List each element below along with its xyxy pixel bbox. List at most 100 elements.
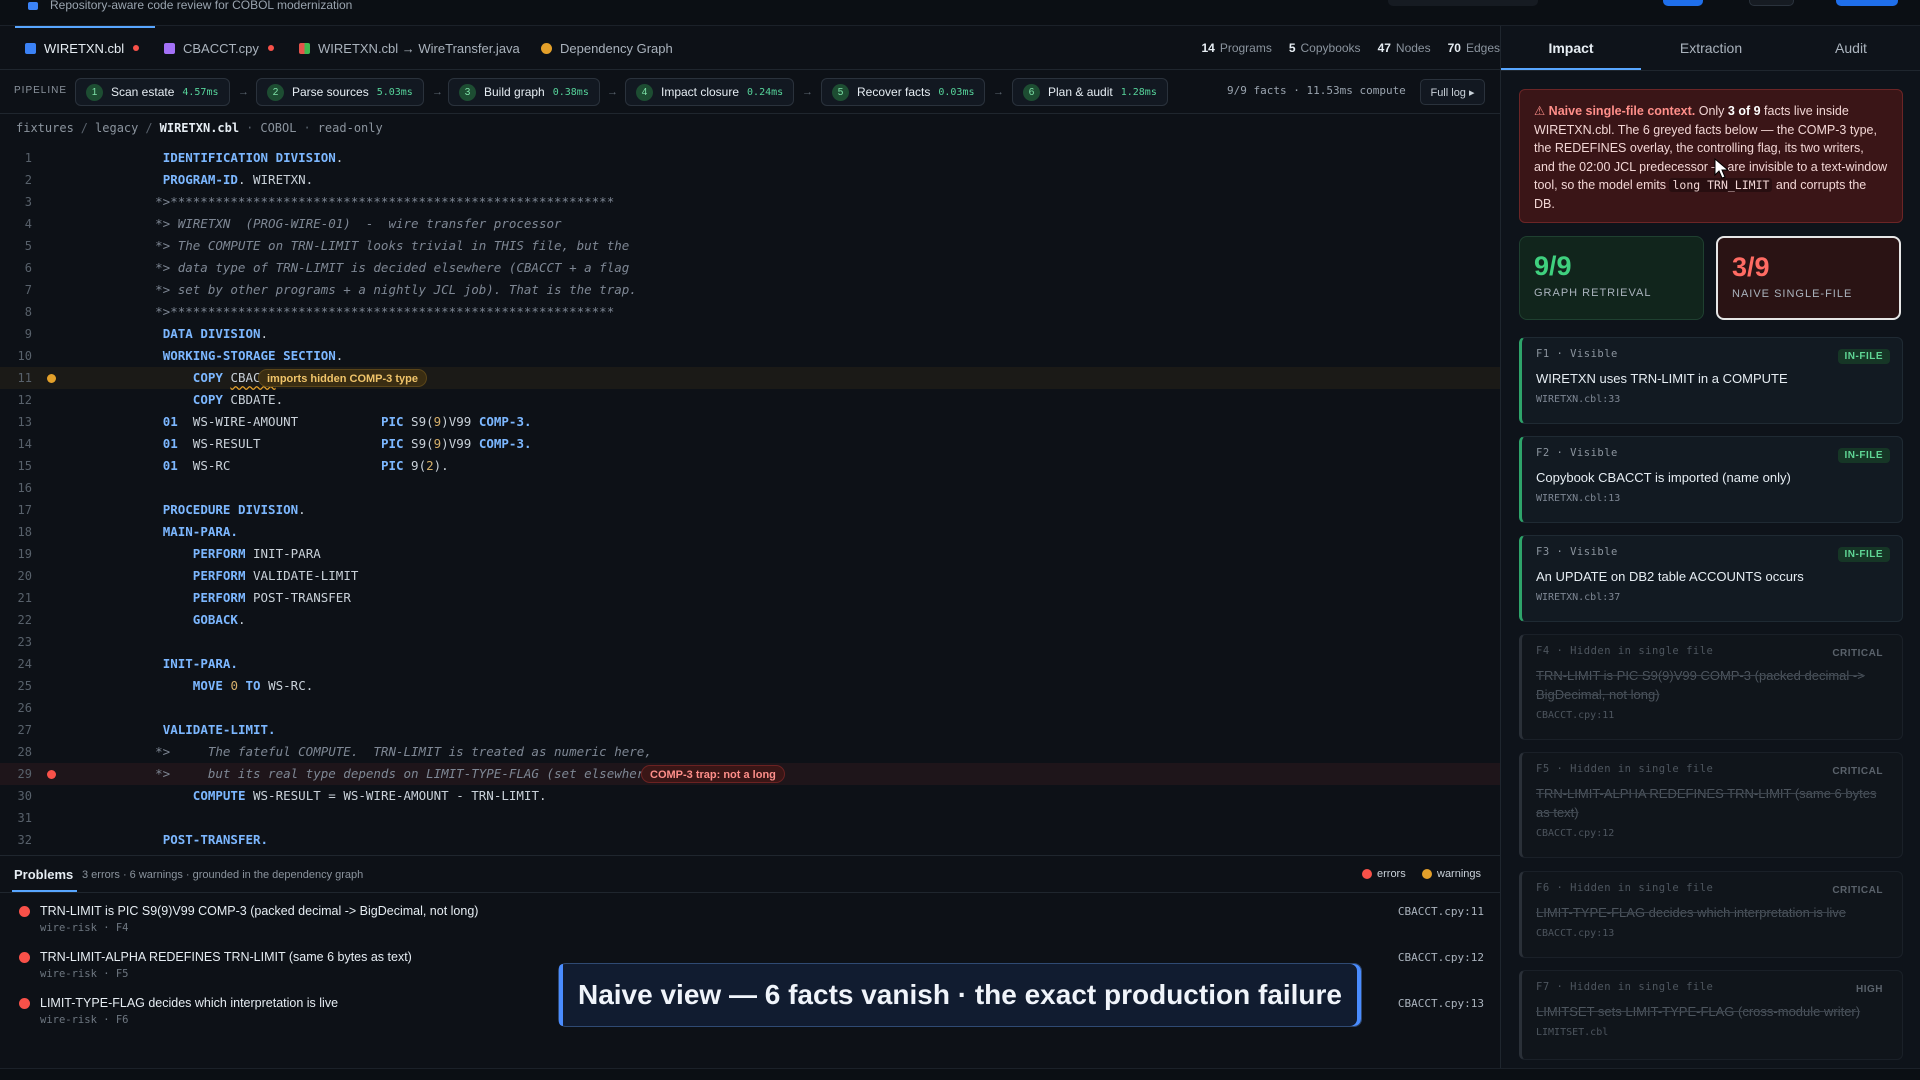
line-number[interactable]: 19 xyxy=(0,543,32,565)
fact-source[interactable]: WIRETXN.cbl:37 xyxy=(1536,592,1890,603)
line-number[interactable]: 18 xyxy=(0,521,32,543)
line-number[interactable]: 13 xyxy=(0,411,32,433)
file-mode: read-only xyxy=(317,121,383,135)
top-action-button-1[interactable] xyxy=(1663,0,1703,6)
fact-source[interactable]: WIRETXN.cbl:13 xyxy=(1536,493,1890,504)
line-number[interactable]: 1 xyxy=(0,147,32,169)
line-number[interactable]: 25 xyxy=(0,675,32,697)
tab-dependency-graph[interactable]: Dependency Graph xyxy=(541,26,673,70)
tab-extraction[interactable]: Extraction xyxy=(1641,26,1781,70)
code-editor[interactable]: 1 IDENTIFICATION DIVISION. 2 PROGRAM-ID. … xyxy=(0,147,1500,855)
naive-single-file-score[interactable]: 3/9 NAIVE SINGLE-FILE xyxy=(1716,236,1901,320)
fact-title: TRN-LIMIT-ALPHA REDEFINES TRN-LIMIT (sam… xyxy=(1536,786,1877,820)
code-text: 01 WS-RESULT PIC S9(9)V99 COMP-3. xyxy=(162,436,532,451)
fact-severity-badge: IN-FILE xyxy=(1837,349,1890,364)
code-text: MAIN-PARA. xyxy=(162,524,238,539)
line-number[interactable]: 23 xyxy=(0,631,32,653)
breadcrumb-legacy[interactable]: legacy xyxy=(95,121,138,135)
impact-side-panel: Impact Extraction Audit ⚠ Naive single-f… xyxy=(1500,26,1920,1068)
tab-cbacct[interactable]: CBACCT.cpy xyxy=(164,26,274,70)
fact-source[interactable]: LIMITSET.cbl xyxy=(1536,1027,1890,1038)
line-number[interactable]: 14 xyxy=(0,433,32,455)
line-number[interactable]: 12 xyxy=(0,389,32,411)
code-text: VALIDATE-LIMIT. xyxy=(162,722,276,737)
full-log-button[interactable]: Full log ▸ xyxy=(1420,79,1485,105)
line-number[interactable]: 4 xyxy=(0,213,32,235)
inline-annotation-badge[interactable]: imports hidden COMP-3 type xyxy=(258,369,427,387)
fact-card[interactable]: F5 · Hidden in single file TRN-LIMIT-ALPH… xyxy=(1519,752,1903,858)
line-number[interactable]: 32 xyxy=(0,829,32,851)
pipeline-step-plan-audit[interactable]: 6 Plan & audit 1.28ms xyxy=(1012,78,1168,106)
problem-location[interactable]: CBACCT.cpy:12 xyxy=(1398,951,1484,964)
search-box[interactable] xyxy=(1388,0,1538,6)
code-line: 20 PERFORM VALIDATE-LIMIT xyxy=(0,565,1500,587)
problem-location[interactable]: CBACCT.cpy:11 xyxy=(1398,905,1484,918)
code-line: 19 PERFORM INIT-PARA xyxy=(0,543,1500,565)
code-text: PROGRAM-ID. WIRETXN. xyxy=(162,172,314,187)
fact-card[interactable]: F1 · Visible WIRETXN uses TRN-LIMIT in a … xyxy=(1519,337,1903,424)
line-number[interactable]: 15 xyxy=(0,455,32,477)
line-number[interactable]: 30 xyxy=(0,785,32,807)
fact-source[interactable]: CBACCT.cpy:13 xyxy=(1536,928,1890,939)
line-number[interactable]: 5 xyxy=(0,235,32,257)
code-text: *> set by other programs + a nightly JCL… xyxy=(110,282,637,297)
line-number[interactable]: 2 xyxy=(0,169,32,191)
breadcrumb-fixtures[interactable]: fixtures xyxy=(16,121,74,135)
code-text: PERFORM VALIDATE-LIMIT xyxy=(192,568,359,583)
tab-wiretxn[interactable]: WIRETXN.cbl xyxy=(14,26,156,70)
line-number[interactable]: 28 xyxy=(0,741,32,763)
tab-wiretxn-to-java[interactable]: WIRETXN.cbl → WireTransfer.java xyxy=(299,26,520,70)
line-number[interactable]: 27 xyxy=(0,719,32,741)
line-number[interactable]: 7 xyxy=(0,279,32,301)
line-number[interactable]: 24 xyxy=(0,653,32,675)
problem-row[interactable]: TRN-LIMIT is PIC S9(9)V99 COMP-3 (packed… xyxy=(0,901,1500,945)
problem-meta: wire-risk · F6 xyxy=(40,1014,129,1026)
code-text: *>**************************************… xyxy=(110,194,615,209)
top-action-button-3[interactable] xyxy=(1836,0,1898,6)
pipeline-step-scan[interactable]: 1 Scan estate 4.57ms xyxy=(75,78,230,106)
problem-location[interactable]: CBACCT.cpy:13 xyxy=(1398,997,1484,1010)
fact-card[interactable]: F4 · Hidden in single file TRN-LIMIT is P… xyxy=(1519,634,1903,740)
line-number[interactable]: 16 xyxy=(0,477,32,499)
pipeline-step-impact-closure[interactable]: 4 Impact closure 0.24ms xyxy=(625,78,795,106)
pipeline-step-build-graph[interactable]: 3 Build graph 0.38ms xyxy=(448,78,600,106)
project-icon xyxy=(28,2,38,10)
line-number[interactable]: 17 xyxy=(0,499,32,521)
line-number[interactable]: 8 xyxy=(0,301,32,323)
fact-card[interactable]: F7 · Hidden in single file LIMITSET sets … xyxy=(1519,970,1903,1060)
tab-audit[interactable]: Audit xyxy=(1781,26,1920,70)
fact-source[interactable]: WIRETXN.cbl:33 xyxy=(1536,394,1890,405)
error-marker-icon[interactable] xyxy=(47,770,56,779)
line-number[interactable]: 26 xyxy=(0,697,32,719)
fact-source[interactable]: CBACCT.cpy:12 xyxy=(1536,828,1890,839)
fact-card[interactable]: F2 · Visible Copybook CBACCT is imported … xyxy=(1519,436,1903,523)
line-number[interactable]: 11 xyxy=(0,367,32,389)
fact-source[interactable]: CBACCT.cpy:11 xyxy=(1536,710,1890,721)
code-line: 17 PROCEDURE DIVISION. xyxy=(0,499,1500,521)
pipeline-step-parse[interactable]: 2 Parse sources 5.03ms xyxy=(256,78,424,106)
inline-annotation-badge[interactable]: COMP-3 trap: not a long xyxy=(641,765,785,783)
code-line: 16 xyxy=(0,477,1500,499)
line-number[interactable]: 3 xyxy=(0,191,32,213)
line-number[interactable]: 31 xyxy=(0,807,32,829)
line-number[interactable]: 6 xyxy=(0,257,32,279)
fact-card[interactable]: F3 · Visible An UPDATE on DB2 table ACCOU… xyxy=(1519,535,1903,622)
fact-card[interactable]: F6 · Hidden in single file LIMIT-TYPE-FLA… xyxy=(1519,871,1903,958)
pipeline-step-recover-facts[interactable]: 5 Recover facts 0.03ms xyxy=(821,78,986,106)
problems-tab[interactable]: Problems xyxy=(11,867,78,892)
modified-dot-icon xyxy=(133,45,140,51)
breadcrumb: fixtures / legacy / WIRETXN.cbl · COBOL · read-o… xyxy=(16,121,383,135)
line-number[interactable]: 22 xyxy=(0,609,32,631)
graph-retrieval-score[interactable]: 9/9 GRAPH RETRIEVAL xyxy=(1519,236,1704,320)
top-action-button-2[interactable] xyxy=(1749,0,1794,6)
line-number[interactable]: 21 xyxy=(0,587,32,609)
line-number[interactable]: 29 xyxy=(0,763,32,785)
line-number[interactable]: 9 xyxy=(0,323,32,345)
warning-marker-icon[interactable] xyxy=(47,374,56,383)
code-line: 31 xyxy=(0,807,1500,829)
tab-impact[interactable]: Impact xyxy=(1501,26,1641,70)
line-number[interactable]: 20 xyxy=(0,565,32,587)
arrow-icon: → xyxy=(993,86,1004,98)
line-number[interactable]: 10 xyxy=(0,345,32,367)
problem-meta: wire-risk · F4 xyxy=(40,922,129,934)
